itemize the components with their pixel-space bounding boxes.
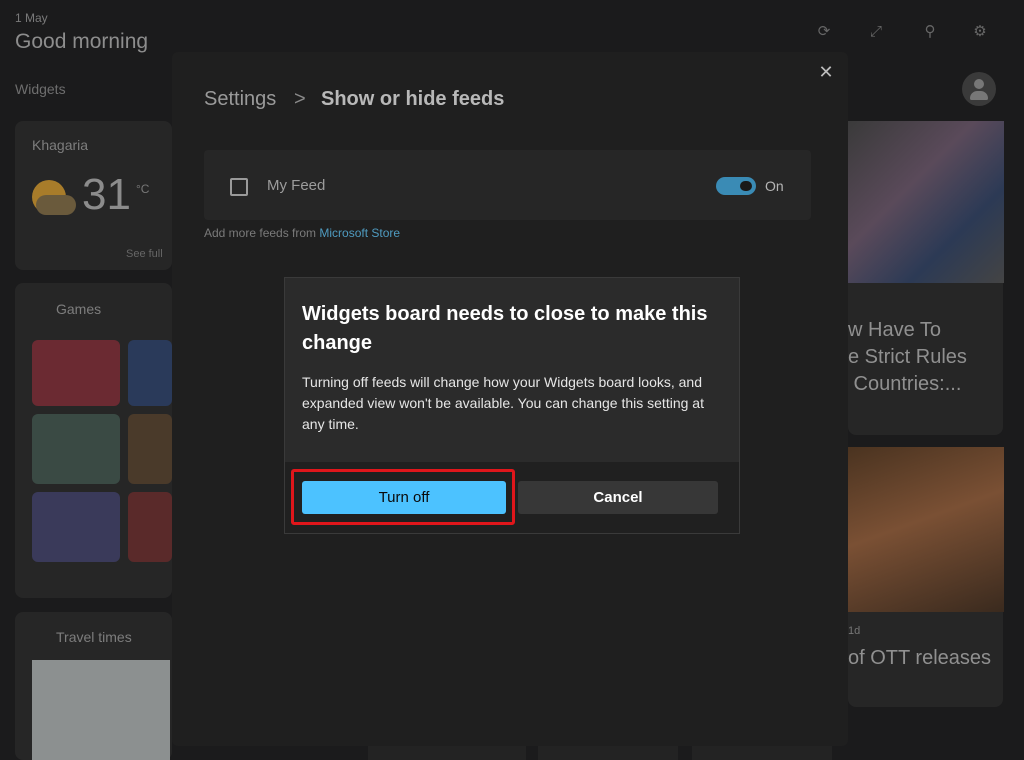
date-label: 1 May	[15, 11, 48, 25]
game-tile-asphalt[interactable]	[32, 414, 120, 484]
games-title: Games	[56, 301, 102, 317]
add-feeds-text: Add more feeds from Microsoft Store	[204, 226, 400, 240]
user-icon	[974, 79, 984, 89]
weather-location: Khagaria	[32, 137, 89, 153]
widgets-section-label: Widgets	[15, 81, 66, 97]
greeting: Good morning	[15, 30, 149, 53]
my-feed-label: My Feed	[267, 177, 326, 194]
news-age: 1d	[848, 625, 861, 637]
settings-icon[interactable]: ⚙	[970, 22, 990, 42]
map[interactable]	[32, 660, 170, 760]
temperature-unit: °C	[136, 182, 150, 196]
travel-title: Travel times	[56, 629, 132, 645]
chevron-right-icon: >	[294, 88, 306, 110]
cloud-icon	[36, 195, 76, 215]
game-tile[interactable]	[32, 340, 120, 406]
dialog-body: Turning off feeds will change how your W…	[302, 374, 704, 432]
close-icon[interactable]: ✕	[816, 62, 836, 83]
toggle-knob	[740, 181, 752, 191]
refresh-icon[interactable]: ⟳	[814, 22, 834, 42]
turn-off-button[interactable]: Turn off	[302, 481, 506, 514]
partial-card	[692, 745, 832, 760]
partial-card	[368, 745, 526, 760]
see-full-link[interactable]: See full	[126, 248, 163, 260]
game-tile[interactable]	[128, 414, 172, 484]
dialog-title: Widgets board needs to close to make thi…	[302, 303, 708, 354]
breadcrumb-current: Show or hide feeds	[321, 88, 505, 110]
news-image	[848, 121, 1004, 283]
microsoft-store-link[interactable]: Microsoft Store	[319, 226, 400, 240]
expand-icon[interactable]: ⤢	[866, 22, 886, 42]
user-icon-body	[970, 91, 988, 100]
game-tile[interactable]	[128, 340, 172, 406]
cancel-button[interactable]: Cancel	[518, 481, 718, 514]
add-feeds-prefix: Add more feeds from	[204, 226, 320, 240]
temperature: 31	[82, 170, 131, 219]
partial-card	[538, 745, 678, 760]
news-headline: of OTT releases	[848, 647, 992, 669]
news-headline: w Have To e Strict Rules Countries:...	[848, 319, 967, 395]
news-image	[848, 447, 1004, 612]
feed-icon	[230, 178, 248, 196]
avatar[interactable]	[962, 72, 996, 106]
breadcrumb-settings[interactable]: Settings	[204, 88, 276, 111]
toggle-state-label: On	[765, 178, 784, 194]
game-tile-bubble[interactable]	[32, 492, 120, 562]
pin-icon[interactable]: ⚲	[920, 22, 940, 42]
game-tile[interactable]	[128, 492, 172, 562]
